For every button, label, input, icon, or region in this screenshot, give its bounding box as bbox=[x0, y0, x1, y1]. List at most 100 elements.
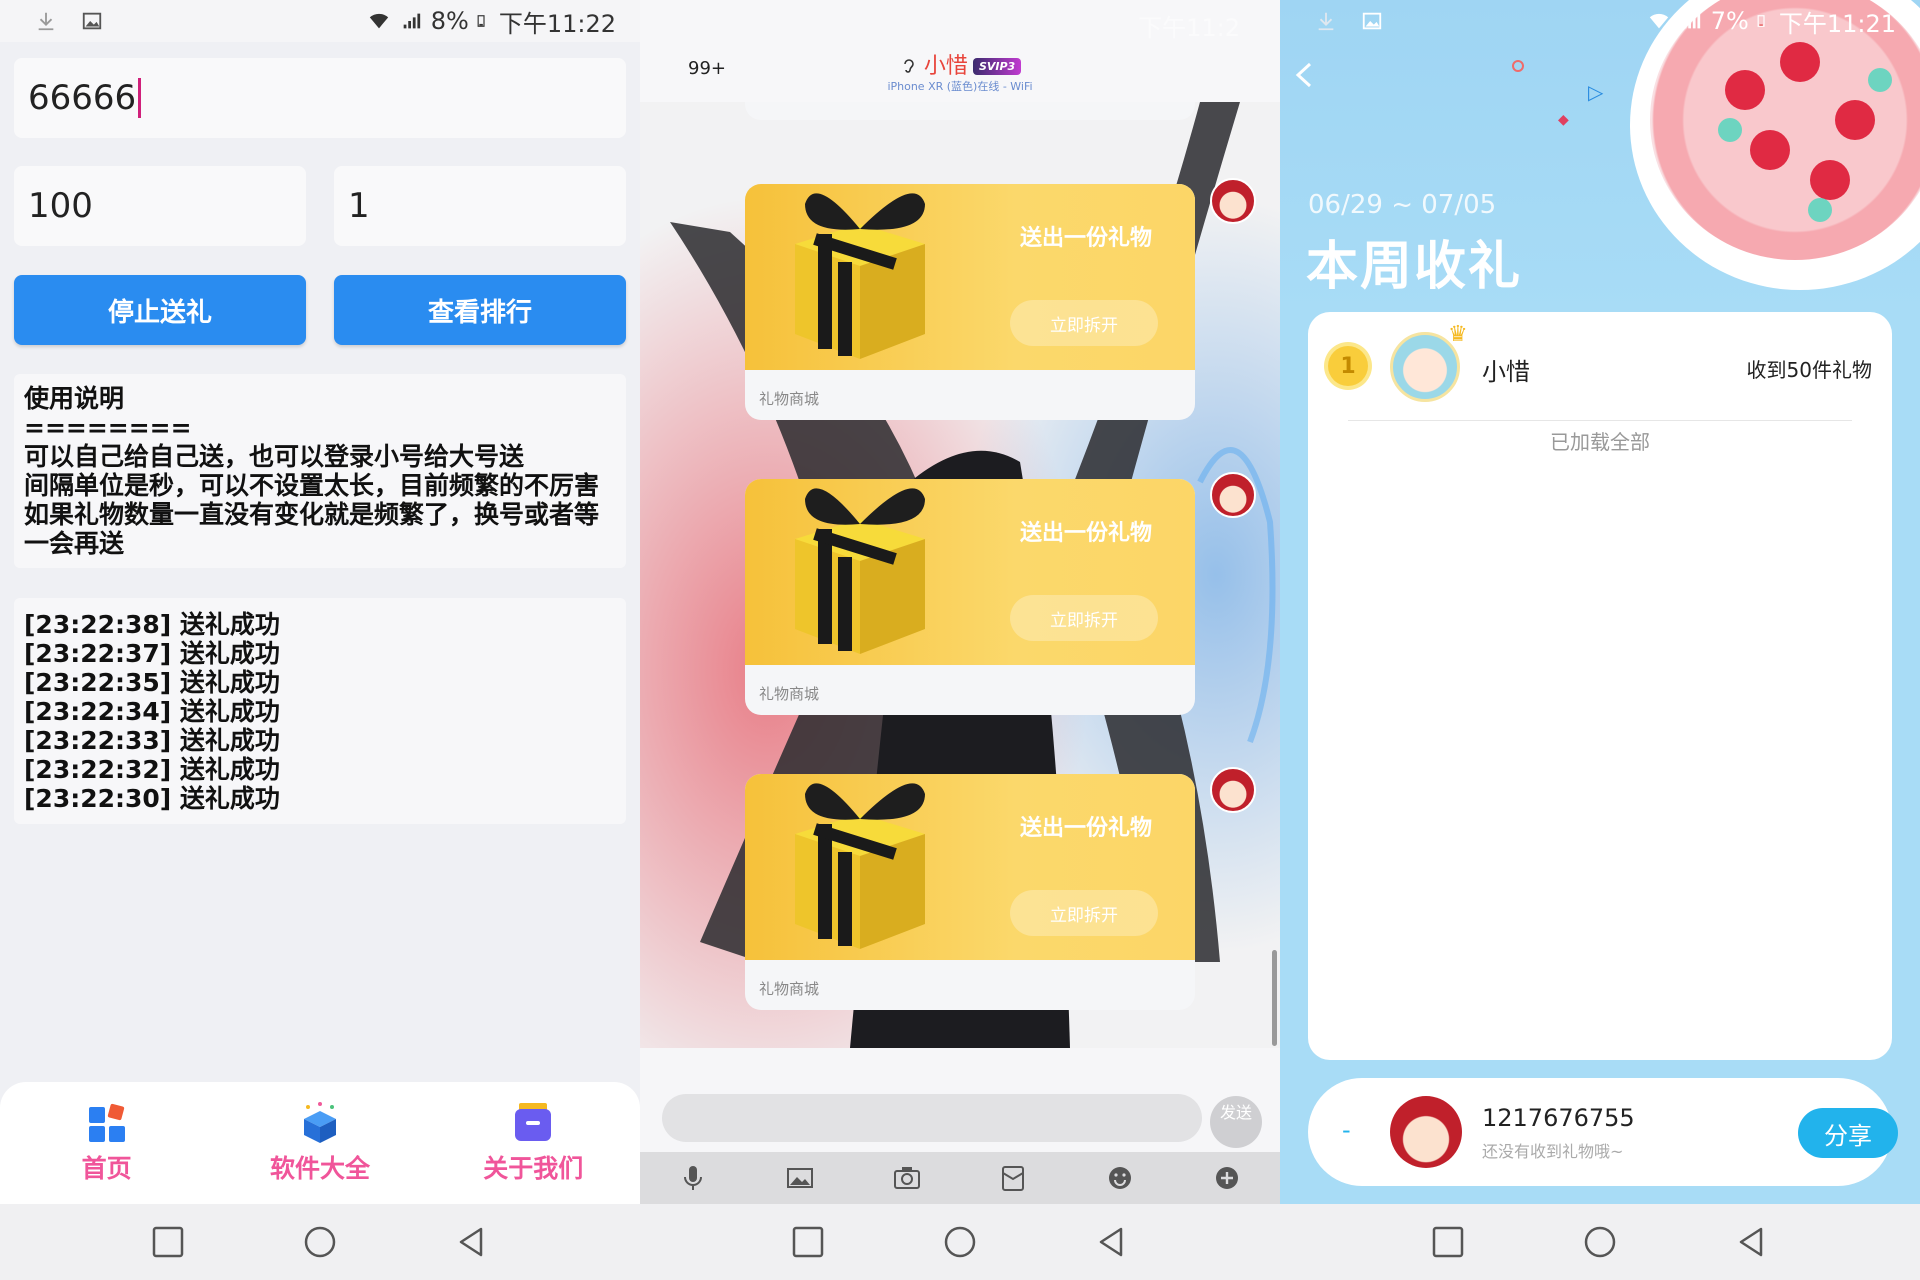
open-gift-button[interactable]: 立即拆开 bbox=[1010, 300, 1158, 346]
download-icon bbox=[38, 12, 54, 31]
wifi-icon bbox=[369, 13, 388, 29]
send-button[interactable]: 发送 bbox=[1210, 1096, 1262, 1148]
instructions-line: 如果礼物数量一直没有变化就是频繁了，换号或者等 bbox=[24, 500, 600, 529]
recent-apps-icon[interactable] bbox=[151, 1225, 185, 1259]
back-icon[interactable] bbox=[1735, 1225, 1769, 1259]
back-icon[interactable] bbox=[455, 1225, 489, 1259]
gift-source: 礼物商城 bbox=[759, 980, 820, 998]
log-card: [23:22:38] 送礼成功 [23:22:37] 送礼成功 [23:22:3… bbox=[14, 598, 626, 824]
view-ranking-button[interactable]: 查看排行 bbox=[334, 275, 626, 345]
interval-input[interactable]: 100 bbox=[14, 166, 306, 246]
home-grid-icon bbox=[88, 1103, 125, 1142]
gift-banner: 送出一份礼物 立即拆开 bbox=[745, 774, 1195, 960]
home-icon[interactable] bbox=[1583, 1225, 1617, 1259]
my-avatar[interactable] bbox=[1390, 1096, 1462, 1168]
nav-software[interactable]: 软件大全 bbox=[240, 1101, 400, 1185]
gift-banner: 送出一份礼物 立即拆开 bbox=[745, 184, 1195, 370]
recent-apps-icon[interactable] bbox=[791, 1225, 825, 1259]
image-icon bbox=[1362, 12, 1382, 30]
gift-box-icon bbox=[795, 488, 925, 654]
decor-triangle-small: ◆ bbox=[1558, 112, 1569, 128]
nav-about-label: 关于我们 bbox=[483, 1154, 584, 1183]
gift-message-3[interactable]: 送出一份礼物 立即拆开 礼物商城 bbox=[745, 774, 1195, 1010]
instructions-card: 使用说明 ======== 可以自己给自己送，也可以登录小号给大号送 间隔单位是… bbox=[14, 374, 626, 568]
text-caret bbox=[138, 78, 142, 118]
previous-message-bubble bbox=[745, 102, 1195, 120]
status-time: 下午11:2 bbox=[1138, 14, 1240, 42]
loaded-all-text: 已加载全部 bbox=[1550, 430, 1650, 454]
log-entry: [23:22:34] 送礼成功 bbox=[24, 697, 280, 726]
download-icon bbox=[1318, 12, 1334, 31]
nav-software-label: 软件大全 bbox=[269, 1154, 370, 1183]
signal-icon bbox=[403, 13, 420, 29]
sender-avatar[interactable] bbox=[1210, 178, 1256, 224]
gift-message-1[interactable]: 送出一份礼物 立即拆开 礼物商城 bbox=[745, 184, 1195, 420]
open-gift-button[interactable]: 立即拆开 bbox=[1010, 890, 1158, 936]
contact-name: 小惜 bbox=[923, 54, 968, 79]
chat-screen: 下午11:2 99+ 小惜 SVIP3 iPhone XR (蓝色)在线 - W… bbox=[640, 0, 1280, 1280]
emoji-icon[interactable] bbox=[1105, 1163, 1135, 1193]
stop-gift-button[interactable]: 停止送礼 bbox=[14, 275, 306, 345]
gift-title: 送出一份礼物 bbox=[1020, 521, 1153, 546]
instructions-line: 间隔单位是秒，可以不设置太长，目前频繁的不厉害 bbox=[24, 471, 600, 500]
sender-avatar[interactable] bbox=[1210, 767, 1256, 813]
signal-icon bbox=[1683, 13, 1700, 29]
divider bbox=[1348, 420, 1852, 421]
count-input[interactable]: 1 bbox=[334, 166, 626, 246]
instructions-title: 使用说明 bbox=[24, 384, 125, 413]
software-box-icon bbox=[303, 1102, 336, 1143]
instructions-line: 可以自己给自己送，也可以登录小号给大号送 bbox=[24, 442, 525, 471]
share-button[interactable]: 分享 bbox=[1798, 1108, 1898, 1158]
scrollbar[interactable] bbox=[1272, 950, 1277, 1046]
code-input-value: 66666 bbox=[28, 78, 137, 118]
system-navigation-bar bbox=[640, 1204, 1280, 1280]
decor-circle bbox=[1512, 60, 1524, 72]
gift-box-icon bbox=[795, 193, 925, 359]
count-input-value: 1 bbox=[348, 186, 370, 226]
log-entry: [23:22:37] 送礼成功 bbox=[24, 639, 280, 668]
image-icon bbox=[82, 12, 102, 30]
sender-avatar[interactable] bbox=[1210, 472, 1256, 518]
back-arrow-icon[interactable] bbox=[1292, 60, 1318, 90]
gift-count: 收到50件礼物 bbox=[1746, 358, 1872, 382]
back-icon[interactable] bbox=[1095, 1225, 1129, 1259]
log-entry: [23:22:33] 送礼成功 bbox=[24, 726, 280, 755]
gift-source: 礼物商城 bbox=[759, 390, 820, 408]
red-packet-icon[interactable] bbox=[998, 1163, 1028, 1193]
photo-icon[interactable] bbox=[785, 1163, 815, 1193]
status-time: 下午11:21 bbox=[1778, 9, 1896, 38]
home-icon[interactable] bbox=[943, 1225, 977, 1259]
log-entry: [23:22:32] 送礼成功 bbox=[24, 755, 280, 784]
microphone-icon[interactable] bbox=[678, 1163, 708, 1193]
chat-toolbar bbox=[640, 1152, 1280, 1204]
home-icon[interactable] bbox=[303, 1225, 337, 1259]
nav-home[interactable]: 首页 bbox=[27, 1101, 187, 1185]
battery-percent: 7% bbox=[1710, 7, 1749, 35]
gift-message-2[interactable]: 送出一份礼物 立即拆开 礼物商城 bbox=[745, 479, 1195, 715]
plus-icon[interactable] bbox=[1212, 1163, 1242, 1193]
contact-title: 小惜 SVIP3 bbox=[640, 48, 1280, 80]
system-navigation-bar bbox=[1280, 1204, 1920, 1280]
crown-icon: ♛ bbox=[1448, 322, 1468, 347]
message-input[interactable] bbox=[662, 1094, 1202, 1142]
open-gift-button[interactable]: 立即拆开 bbox=[1010, 595, 1158, 641]
battery-percent: 8% bbox=[430, 7, 469, 35]
ranking-user-name[interactable]: 小惜 bbox=[1482, 352, 1530, 387]
chat-header: 下午11:2 99+ 小惜 SVIP3 iPhone XR (蓝色)在线 - W… bbox=[640, 0, 1280, 102]
nav-about[interactable]: 关于我们 bbox=[453, 1101, 613, 1185]
log-entry: [23:22:38] 送礼成功 bbox=[24, 610, 280, 639]
recent-apps-icon[interactable] bbox=[1431, 1225, 1465, 1259]
status-time: 下午11:22 bbox=[498, 9, 616, 38]
status-bar: 8% 下午11:22 bbox=[0, 0, 640, 42]
my-status-text: 还没有收到礼物哦~ bbox=[1482, 1142, 1624, 1161]
gift-source: 礼物商城 bbox=[759, 685, 820, 703]
my-user-id: 1217676755 bbox=[1482, 1104, 1635, 1132]
gift-banner: 送出一份礼物 立即拆开 bbox=[745, 479, 1195, 665]
gift-title: 送出一份礼物 bbox=[1020, 816, 1153, 841]
my-rank-card: - 1217676755 还没有收到礼物哦~ 分享 bbox=[1308, 1078, 1898, 1186]
rank-medal: 1 bbox=[1328, 346, 1368, 386]
wifi-icon bbox=[1649, 13, 1668, 29]
page-title: 本周收礼 bbox=[1306, 237, 1523, 297]
code-input[interactable]: 66666 bbox=[14, 58, 626, 138]
camera-icon[interactable] bbox=[892, 1163, 922, 1193]
